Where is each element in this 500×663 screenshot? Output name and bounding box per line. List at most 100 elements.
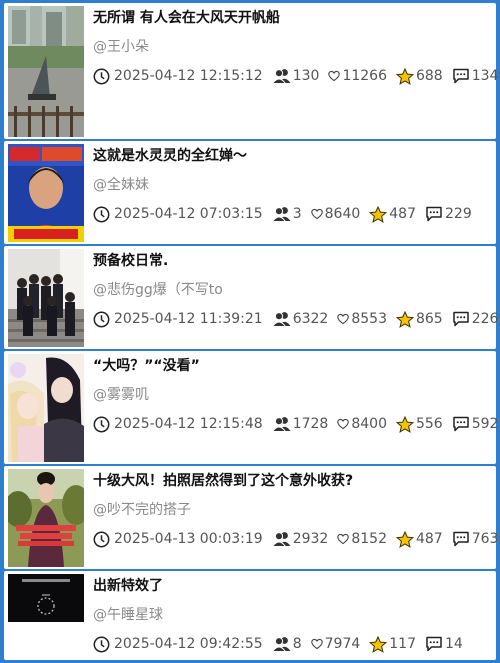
post-time-text: 2025-04-12 11:39:21 <box>114 311 263 327</box>
star-count[interactable]: 556 <box>395 415 443 433</box>
post-stats: 2025-04-12 12:15:12 130 11266 688 1349 <box>93 67 500 85</box>
like-count-text: 8553 <box>351 311 387 327</box>
post-thumbnail[interactable] <box>8 249 84 347</box>
heart-icon <box>337 418 350 430</box>
post-time: 2025-04-12 12:15:48 <box>93 416 263 433</box>
post-stats: 2025-04-12 12:15:48 1728 8400 556 592 <box>93 415 500 433</box>
comment-icon <box>452 311 469 327</box>
comment-count[interactable]: 229 <box>425 206 472 222</box>
post-title[interactable]: 十级大风！拍照居然得到了这个意外收获? <box>93 470 353 490</box>
post-title[interactable]: “大吗？”“没看” <box>93 355 200 375</box>
star-icon <box>369 205 388 223</box>
star-icon <box>395 310 414 328</box>
star-icon <box>369 635 388 653</box>
viewer-count: 1728 <box>271 416 329 432</box>
heart-icon <box>328 70 341 82</box>
post-card[interactable]: “大吗？”“没看” @雾雾叽 2025-04-12 12:15:48 1728 … <box>4 351 498 464</box>
comment-count[interactable]: 226 <box>452 311 498 327</box>
post-time: 2025-04-12 07:03:15 <box>93 206 263 223</box>
post-card[interactable]: 无所谓 有人会在大风天开帆船 @王小朵 2025-04-12 12:15:12 … <box>4 3 500 139</box>
post-stats: 2025-04-13 00:03:19 2932 8152 487 763 <box>93 530 500 548</box>
viewer-count-text: 2932 <box>292 531 329 547</box>
like-count-text: 8640 <box>324 206 361 222</box>
post-thumbnail[interactable] <box>8 574 84 622</box>
like-count[interactable]: 7974 <box>310 636 361 652</box>
star-count[interactable]: 487 <box>369 205 416 223</box>
viewer-count-text: 6322 <box>292 311 329 327</box>
clock-icon <box>93 531 110 547</box>
like-count[interactable]: 8400 <box>337 416 387 432</box>
viewer-count: 130 <box>271 68 319 84</box>
star-count-text: 487 <box>415 531 443 547</box>
viewer-count-text: 1728 <box>292 416 329 432</box>
comment-count[interactable]: 14 <box>425 636 463 652</box>
comment-icon <box>452 68 469 84</box>
viewer-count: 8 <box>271 636 302 652</box>
clock-icon <box>93 206 110 222</box>
post-title[interactable]: 这就是水灵灵的全红婵～ <box>93 145 247 165</box>
heart-icon <box>310 208 323 220</box>
star-count-text: 556 <box>415 416 443 432</box>
post-time: 2025-04-12 12:15:12 <box>93 68 263 85</box>
heart-icon <box>337 313 350 325</box>
like-count-text: 7974 <box>324 636 361 652</box>
post-time-text: 2025-04-13 00:03:19 <box>114 531 263 547</box>
comment-count[interactable]: 1349 <box>452 68 500 84</box>
clock-icon <box>93 68 110 84</box>
post-title[interactable]: 预备校日常. <box>93 250 168 270</box>
post-author[interactable]: @午睡星球 <box>93 604 163 624</box>
comment-count-text: 229 <box>445 206 472 222</box>
post-author[interactable]: @雾雾叽 <box>93 384 149 404</box>
comment-count[interactable]: 763 <box>452 531 499 547</box>
people-icon <box>271 312 291 327</box>
comment-count-text: 763 <box>471 531 499 547</box>
comment-count-text: 592 <box>471 416 499 432</box>
viewer-count: 3 <box>271 206 302 222</box>
post-time-text: 2025-04-12 12:15:48 <box>114 416 263 432</box>
post-card[interactable]: 这就是水灵灵的全红婵～ @全妹妹 2025-04-12 07:03:15 3 8… <box>4 141 496 244</box>
comment-count-text: 1349 <box>471 68 500 84</box>
video-feed: 无所谓 有人会在大风天开帆船 @王小朵 2025-04-12 12:15:12 … <box>0 0 500 663</box>
star-count-text: 688 <box>415 68 443 84</box>
post-stats: 2025-04-12 07:03:15 3 8640 487 229 <box>93 205 481 223</box>
star-count[interactable]: 487 <box>395 530 443 548</box>
post-time-text: 2025-04-12 09:42:55 <box>114 636 263 652</box>
post-author[interactable]: @王小朵 <box>93 36 149 56</box>
post-card[interactable]: 出新特效了 @午睡星球 2025-04-12 09:42:55 8 7974 1… <box>4 571 496 660</box>
post-author[interactable]: @悲伤gg爆（不写to <box>93 279 223 299</box>
post-thumbnail[interactable] <box>8 144 84 242</box>
star-count-text: 117 <box>389 636 416 652</box>
post-author[interactable]: @吵不完的搭子 <box>93 499 191 519</box>
star-count-text: 487 <box>389 206 416 222</box>
post-thumbnail[interactable] <box>8 354 84 462</box>
post-title[interactable]: 无所谓 有人会在大风天开帆船 <box>93 7 280 27</box>
like-count[interactable]: 8553 <box>337 311 387 327</box>
like-count-text: 8400 <box>351 416 387 432</box>
comment-count-text: 14 <box>445 636 463 652</box>
post-thumbnail[interactable] <box>8 469 84 567</box>
post-time: 2025-04-12 09:42:55 <box>93 636 263 653</box>
clock-icon <box>93 311 110 327</box>
comment-icon <box>426 636 442 652</box>
like-count[interactable]: 8640 <box>310 206 361 222</box>
comment-icon <box>452 531 469 547</box>
star-count[interactable]: 865 <box>395 310 443 328</box>
like-count[interactable]: 8152 <box>337 531 387 547</box>
post-time: 2025-04-12 11:39:21 <box>93 311 263 328</box>
viewer-count-text: 8 <box>292 636 302 652</box>
star-count[interactable]: 688 <box>395 67 443 85</box>
viewer-count-text: 3 <box>292 206 302 222</box>
post-card[interactable]: 预备校日常. @悲伤gg爆（不写to 2025-04-12 11:39:21 6… <box>4 246 498 349</box>
viewer-count: 6322 <box>271 311 329 327</box>
post-thumbnail[interactable] <box>8 6 84 137</box>
people-icon <box>271 532 291 547</box>
post-card[interactable]: 十级大风！拍照居然得到了这个意外收获? @吵不完的搭子 2025-04-13 0… <box>4 466 498 569</box>
star-count[interactable]: 117 <box>369 635 416 653</box>
comment-count[interactable]: 592 <box>452 416 499 432</box>
people-icon <box>271 417 291 432</box>
post-author[interactable]: @全妹妹 <box>93 174 149 194</box>
heart-icon <box>310 638 323 650</box>
post-time-text: 2025-04-12 07:03:15 <box>114 206 263 222</box>
like-count[interactable]: 11266 <box>328 68 387 84</box>
post-title[interactable]: 出新特效了 <box>93 575 163 595</box>
